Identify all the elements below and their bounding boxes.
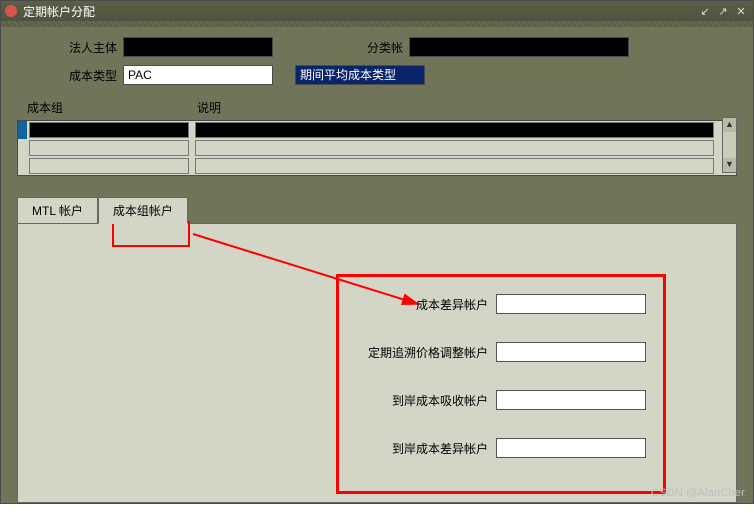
grid-area: 成本组 说明: [17, 99, 737, 176]
form-row-2: 成本类型 PAC 期间平均成本类型: [17, 65, 737, 85]
cell-description[interactable]: [195, 158, 714, 174]
tab-panel-cost-group: 成本差异帐户 定期追溯价格调整帐户 到岸成本吸收帐户 到岸成本差异帐户: [17, 223, 737, 503]
cell-cost-group[interactable]: [29, 140, 189, 156]
period-cost-type-field[interactable]: 期间平均成本类型: [295, 65, 425, 85]
annotation-box-tab: [112, 221, 190, 247]
scroll-up[interactable]: ▲: [723, 118, 736, 132]
account-row: 到岸成本差异帐户: [356, 438, 646, 458]
account-row: 定期追溯价格调整帐户: [356, 342, 646, 362]
landed-variance-input[interactable]: [496, 438, 646, 458]
window-title: 定期帐户分配: [23, 3, 695, 20]
table-row[interactable]: [18, 121, 720, 139]
tab-strip: MTL 帐户 成本组帐户: [17, 196, 737, 223]
landed-variance-label: 到岸成本差异帐户: [356, 440, 488, 457]
landed-absorb-input[interactable]: [496, 390, 646, 410]
scroll-down[interactable]: ▼: [723, 158, 736, 172]
table-row[interactable]: [18, 157, 720, 175]
minimize-button[interactable]: ↙: [697, 4, 713, 18]
cell-description[interactable]: [195, 140, 714, 156]
maximize-button[interactable]: ↗: [715, 4, 731, 18]
ledger-label: 分类帐: [273, 39, 403, 56]
cell-description[interactable]: [195, 122, 714, 138]
content-area: 法人主体 分类帐 成本类型 PAC 期间平均成本类型 成本组 说明: [1, 27, 753, 513]
account-row: 到岸成本吸收帐户: [356, 390, 646, 410]
cell-cost-group[interactable]: [29, 122, 189, 138]
app-icon: [5, 5, 17, 17]
cell-cost-group[interactable]: [29, 158, 189, 174]
grid-rows: [17, 120, 737, 176]
tab-cost-group-accounts[interactable]: 成本组帐户: [98, 197, 188, 224]
ledger-field[interactable]: [409, 37, 629, 57]
cost-variance-label: 成本差异帐户: [356, 296, 488, 313]
retro-adjust-input[interactable]: [496, 342, 646, 362]
grid-headers: 成本组 说明: [27, 99, 737, 120]
landed-absorb-label: 到岸成本吸收帐户: [356, 392, 488, 409]
table-row[interactable]: [18, 139, 720, 157]
cost-variance-input[interactable]: [496, 294, 646, 314]
cost-type-field[interactable]: PAC: [123, 65, 273, 85]
legal-entity-field[interactable]: [123, 37, 273, 57]
account-fields: 成本差异帐户 定期追溯价格调整帐户 到岸成本吸收帐户 到岸成本差异帐户: [346, 284, 656, 494]
row-indicator: [18, 157, 27, 175]
row-indicator: [18, 139, 27, 157]
title-bar: 定期帐户分配 ↙ ↗ ✕: [1, 1, 753, 21]
legal-entity-label: 法人主体: [17, 39, 117, 56]
account-row: 成本差异帐户: [356, 294, 646, 314]
col-cost-group: 成本组: [27, 99, 197, 120]
grid-scrollbar[interactable]: ▲ ▼: [722, 117, 737, 173]
col-description: 说明: [197, 99, 497, 120]
app-window: 定期帐户分配 ↙ ↗ ✕ 法人主体 分类帐 成本类型 PAC 期间平均成本类型 …: [0, 0, 754, 504]
cost-type-label: 成本类型: [17, 67, 117, 84]
form-row-1: 法人主体 分类帐: [17, 37, 737, 57]
retro-adjust-label: 定期追溯价格调整帐户: [356, 344, 488, 361]
tab-mtl-accounts[interactable]: MTL 帐户: [17, 197, 98, 224]
row-indicator: [18, 121, 27, 139]
watermark: CSDN @AlanCher: [651, 487, 745, 499]
close-button[interactable]: ✕: [733, 4, 749, 18]
